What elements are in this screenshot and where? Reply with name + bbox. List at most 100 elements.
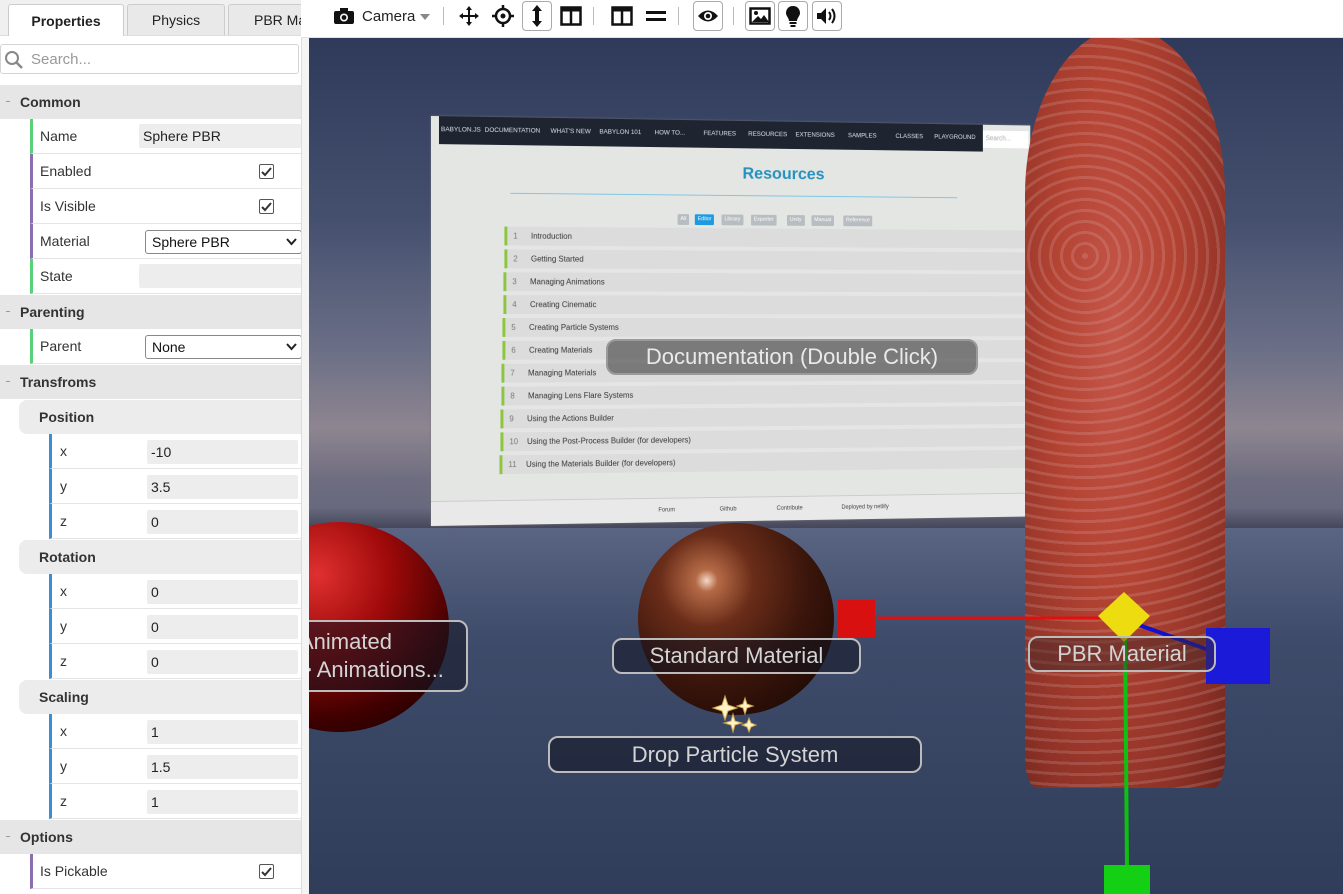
- preview-button[interactable]: [693, 1, 723, 31]
- axis-y-label: y: [60, 478, 67, 494]
- pickable-checkbox[interactable]: [259, 864, 274, 879]
- search-box[interactable]: [0, 44, 299, 74]
- tab-physics[interactable]: Physics: [127, 4, 225, 35]
- search-icon: [5, 51, 23, 69]
- target-icon: [492, 5, 514, 27]
- material-label: Material: [40, 233, 90, 249]
- visible-checkbox[interactable]: [259, 199, 274, 214]
- name-row: Name Sphere PBR: [30, 119, 301, 154]
- rotate-gizmo-button[interactable]: [488, 1, 518, 31]
- doc-list-item: 9 Using the Actions Builder: [500, 405, 1031, 429]
- doc-list-text: Introduction: [530, 231, 572, 241]
- gizmo-y-handle: [1104, 865, 1150, 894]
- axis-x-label: x: [60, 583, 67, 599]
- scale-gizmo-button[interactable]: [522, 1, 552, 31]
- doc-list-number: 3: [512, 277, 517, 287]
- section-common[interactable]: Common: [0, 84, 301, 119]
- position-z-field[interactable]: 0: [147, 510, 298, 534]
- scaling-z-row: z 1: [49, 784, 301, 819]
- doc-list-number: 1: [513, 231, 518, 241]
- doc-filter-chip: Manual: [811, 215, 835, 227]
- scaling-y-field[interactable]: 1.5: [147, 755, 298, 779]
- section-parenting[interactable]: Parenting: [0, 294, 301, 329]
- documentation-label[interactable]: Documentation (Double Click): [606, 339, 978, 375]
- transform-gizmo[interactable]: [829, 578, 1289, 894]
- doc-list-number: 5: [511, 322, 516, 332]
- doc-list-text: Creating Particle Systems: [529, 322, 619, 332]
- doc-nav-item: EXTENSIONS: [795, 131, 835, 139]
- move-gizmo-button[interactable]: [454, 1, 484, 31]
- textures-button[interactable]: [745, 1, 775, 31]
- equals-icon: [646, 11, 666, 21]
- subsection-scaling[interactable]: Scaling: [19, 680, 301, 714]
- camera-button[interactable]: [329, 1, 359, 31]
- image-icon: [749, 7, 771, 25]
- scene-viewport[interactable]: BABYLON.JS DOCUMENTATION WHAT'S NEW BABY…: [309, 38, 1343, 894]
- sounds-button[interactable]: [812, 1, 842, 31]
- state-field[interactable]: [139, 264, 301, 288]
- doc-nav-item: PLAYGROUND: [934, 133, 976, 141]
- axis-z-label: z: [60, 513, 67, 529]
- name-label: Name: [40, 128, 78, 144]
- doc-list-number: 10: [509, 437, 519, 447]
- particles-sparkle-icon[interactable]: [711, 694, 759, 738]
- name-field[interactable]: Sphere PBR: [139, 124, 301, 148]
- position-x-field[interactable]: -10: [147, 440, 298, 464]
- doc-nav-item: BABYLON.JS: [440, 126, 481, 134]
- axis-x-label: x: [60, 723, 67, 739]
- rows-view-button[interactable]: [641, 1, 671, 31]
- position-x-row: x -10: [49, 434, 301, 469]
- rotation-z-field[interactable]: 0: [147, 650, 298, 674]
- subsection-position[interactable]: Position: [19, 400, 301, 434]
- toolbar-separator: [593, 7, 594, 25]
- camera-dropdown-label[interactable]: Camera: [362, 8, 415, 25]
- chevron-down-icon: [286, 343, 297, 351]
- toolbar-separator: [733, 7, 734, 25]
- split-view-icon: [560, 6, 582, 26]
- bounding-box-button[interactable]: [556, 1, 586, 31]
- rotation-y-row: y 0: [49, 609, 301, 644]
- lights-button[interactable]: [778, 1, 808, 31]
- doc-nav-item: BABYLON 101: [599, 128, 642, 137]
- parent-label: Parent: [40, 338, 82, 354]
- enabled-checkbox[interactable]: [259, 164, 274, 179]
- animated-label[interactable]: Animated > Animations...: [309, 620, 468, 692]
- search-input[interactable]: [31, 49, 291, 70]
- parent-row: Parent None: [30, 329, 301, 364]
- material-select[interactable]: Sphere PBR: [145, 230, 301, 254]
- tab-pbr-material[interactable]: PBR Ma: [228, 4, 301, 35]
- tab-properties[interactable]: Properties: [8, 4, 124, 36]
- toolbar-separator: [678, 7, 679, 25]
- section-options[interactable]: Options: [0, 819, 301, 854]
- position-z-row: z 0: [49, 504, 301, 539]
- scaling-z-field[interactable]: 1: [147, 790, 298, 814]
- chevron-down-icon: [286, 238, 297, 246]
- parent-select[interactable]: None: [145, 335, 301, 359]
- documentation-plane[interactable]: BABYLON.JS DOCUMENTATION WHAT'S NEW BABY…: [431, 116, 1031, 526]
- visible-row: Is Visible: [30, 189, 301, 224]
- section-transforms[interactable]: Transfroms: [0, 364, 301, 399]
- state-label: State: [40, 268, 73, 284]
- doc-list-text: Using the Materials Builder (for develop…: [526, 458, 676, 469]
- caret-down-icon[interactable]: [419, 13, 431, 21]
- eye-icon: [698, 10, 718, 22]
- doc-list-item: 2 Getting Started: [504, 249, 1031, 271]
- rotation-y-field[interactable]: 0: [147, 615, 298, 639]
- doc-nav-item: SAMPLES: [847, 132, 877, 140]
- rotation-x-field[interactable]: 0: [147, 580, 298, 604]
- columns-view-button[interactable]: [607, 1, 637, 31]
- standard-sphere[interactable]: [638, 523, 834, 715]
- doc-title: Resources: [742, 163, 825, 184]
- subsection-rotation[interactable]: Rotation: [19, 540, 301, 574]
- doc-list-item: 8 Managing Lens Flare Systems: [501, 383, 1031, 406]
- panel-splitter[interactable]: [301, 0, 309, 894]
- standard-material-label[interactable]: Standard Material: [612, 638, 861, 674]
- enabled-label: Enabled: [40, 163, 92, 179]
- gizmo-center-handle: [1098, 592, 1150, 642]
- doc-footer-link: Github: [719, 506, 737, 513]
- vertical-arrow-icon: [532, 5, 542, 27]
- toolbar-separator: [443, 7, 444, 25]
- scaling-x-field[interactable]: 1: [147, 720, 298, 744]
- pbr-material-label[interactable]: PBR Material: [1028, 636, 1216, 672]
- position-y-field[interactable]: 3.5: [147, 475, 298, 499]
